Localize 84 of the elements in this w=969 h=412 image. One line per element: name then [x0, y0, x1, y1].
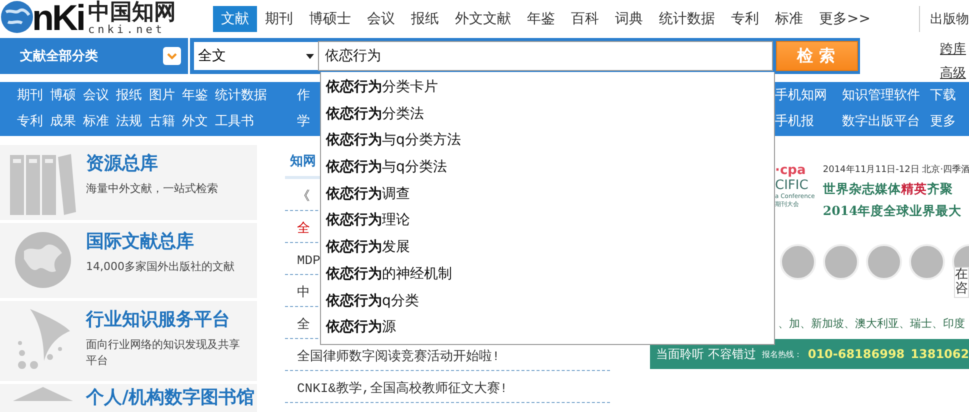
category-link[interactable]: 外文 [182, 113, 208, 131]
resource-card[interactable]: 国际文献总库 14,000多家国外出版社的文献 [0, 223, 257, 298]
nav-tab[interactable]: 会议 [359, 6, 403, 32]
house-icon [13, 387, 73, 401]
news-link[interactable]: MDP [297, 253, 320, 268]
hotline-number: 010-68186998 [808, 347, 905, 361]
chevron-down-icon [163, 47, 181, 65]
globe-icon [0, 0, 34, 34]
banner-slogan: 当面聆听 不容错过 [656, 346, 756, 362]
hotline-label: 报名热线： [762, 348, 802, 360]
nav-tab[interactable]: 百科 [563, 6, 607, 32]
category-link[interactable]: 期刊 [17, 87, 43, 105]
category-link[interactable]: 学 [297, 113, 310, 131]
category-link[interactable]: 手机报 [775, 113, 842, 131]
logo-name: 中国知网 [88, 0, 176, 24]
avatar [823, 244, 859, 280]
resource-description: 面向行业网络的知识发现及共享平台 [86, 337, 241, 369]
banner-countries: 、加、新加坡、澳大利亚、瑞士、印度 [778, 316, 965, 331]
category-link[interactable]: 数字出版平台 [842, 113, 930, 131]
resource-title[interactable]: 行业知识服务平台 [86, 309, 249, 331]
nav-tab[interactable]: 统计数据 [651, 6, 723, 32]
category-dropdown[interactable]: 文献全部分类 [0, 38, 190, 74]
nav-tab[interactable]: 文献 [213, 6, 257, 32]
category-link[interactable]: 作 [297, 87, 310, 105]
resource-title[interactable]: 国际文献总库 [86, 231, 249, 253]
category-link[interactable]: 手机知网 [775, 87, 842, 105]
avatar [866, 244, 902, 280]
hotline-number: 1381062 [910, 347, 969, 361]
search-field[interactable]: 依恋行为 [318, 41, 773, 71]
nav-tab[interactable]: 期刊 [257, 6, 301, 32]
category-link[interactable]: 古籍 [149, 113, 175, 131]
nav-tab[interactable]: 外文文献 [447, 6, 519, 32]
logo-text: nKi [32, 0, 84, 36]
category-link[interactable]: 法规 [116, 113, 142, 131]
banner-brand: ·cpa [775, 163, 807, 178]
resource-title[interactable]: 资源总库 [86, 153, 249, 175]
publication-link[interactable]: 出版物 [930, 10, 969, 28]
resource-card[interactable]: 个人/机构数字图书馆 [0, 384, 257, 412]
nav-tab[interactable]: 词典 [607, 6, 651, 32]
category-link[interactable]: 下载 [930, 87, 956, 105]
consult-widget[interactable]: 在咨 [954, 267, 969, 298]
category-link[interactable]: 标准 [83, 113, 109, 131]
news-link[interactable]: CNKI&教学,全国高校教师征文大赛! [297, 381, 508, 396]
globe-icon [14, 231, 72, 289]
resource-card[interactable]: 行业知识服务平台 面向行业网络的知识发现及共享平台 [0, 301, 257, 381]
category-link[interactable]: 知识管理软件 [842, 87, 930, 105]
category-link[interactable]: 专利 [17, 113, 43, 131]
resource-description: 海量中外文献，一站式检索 [86, 181, 219, 197]
nav-tab[interactable]: 年鉴 [519, 6, 563, 32]
category-link[interactable]: 博硕 [50, 87, 76, 105]
category-link[interactable]: 成果 [50, 113, 76, 131]
category-link[interactable]: 更多 [930, 113, 956, 131]
binders-icon [10, 153, 76, 215]
category-link[interactable]: 会议 [83, 87, 109, 105]
category-link[interactable]: 报纸 [116, 87, 142, 105]
field-select[interactable]: 全文 [194, 42, 318, 70]
resource-title[interactable]: 个人/机构数字图书馆 [86, 387, 252, 409]
nav-tab[interactable]: 更多>> [811, 6, 878, 32]
news-link[interactable]: 全国律师数字阅读竞赛活动开始啦! [297, 349, 500, 364]
news-link[interactable]: 中 [297, 285, 310, 300]
news-link[interactable]: 全 [297, 317, 310, 332]
search-link[interactable]: 跨库 [940, 40, 966, 58]
search-link[interactable]: 高级 [940, 64, 966, 82]
nav-tab[interactable]: 博硕士 [301, 6, 359, 32]
nav-tab[interactable]: 标准 [767, 6, 811, 32]
news-link[interactable]: 全 [297, 221, 310, 236]
dropdown-arrow-icon [306, 54, 314, 58]
avatar [780, 244, 816, 280]
avatar [909, 244, 945, 280]
category-link[interactable]: 年鉴 [182, 87, 208, 105]
category-link[interactable]: 工具书 [215, 113, 254, 131]
banner-brand: CIFIC [775, 178, 810, 193]
resource-description: 14,000多家国外出版社的文献 [86, 259, 236, 275]
banner-headline: 世界杂志媒体精英齐聚 [822, 181, 954, 198]
category-link[interactable]: 图片 [149, 87, 175, 105]
resource-card[interactable]: 资源总库 海量中外文献，一站式检索 [0, 145, 257, 220]
category-link[interactable]: 统计数据 [215, 87, 267, 105]
suggestion-item[interactable]: 依恋行为分类法 [321, 100, 774, 128]
banner-headline: 2014年度全球业界最大 [822, 203, 963, 220]
logo-domain: cnki.net [88, 24, 166, 36]
suggestion-item[interactable]: 依恋行为分类卡片 [321, 74, 774, 101]
nav-tab[interactable]: 专利 [723, 6, 767, 32]
news-link[interactable]: 《 [297, 189, 310, 204]
nav-tab[interactable]: 报纸 [403, 6, 447, 32]
